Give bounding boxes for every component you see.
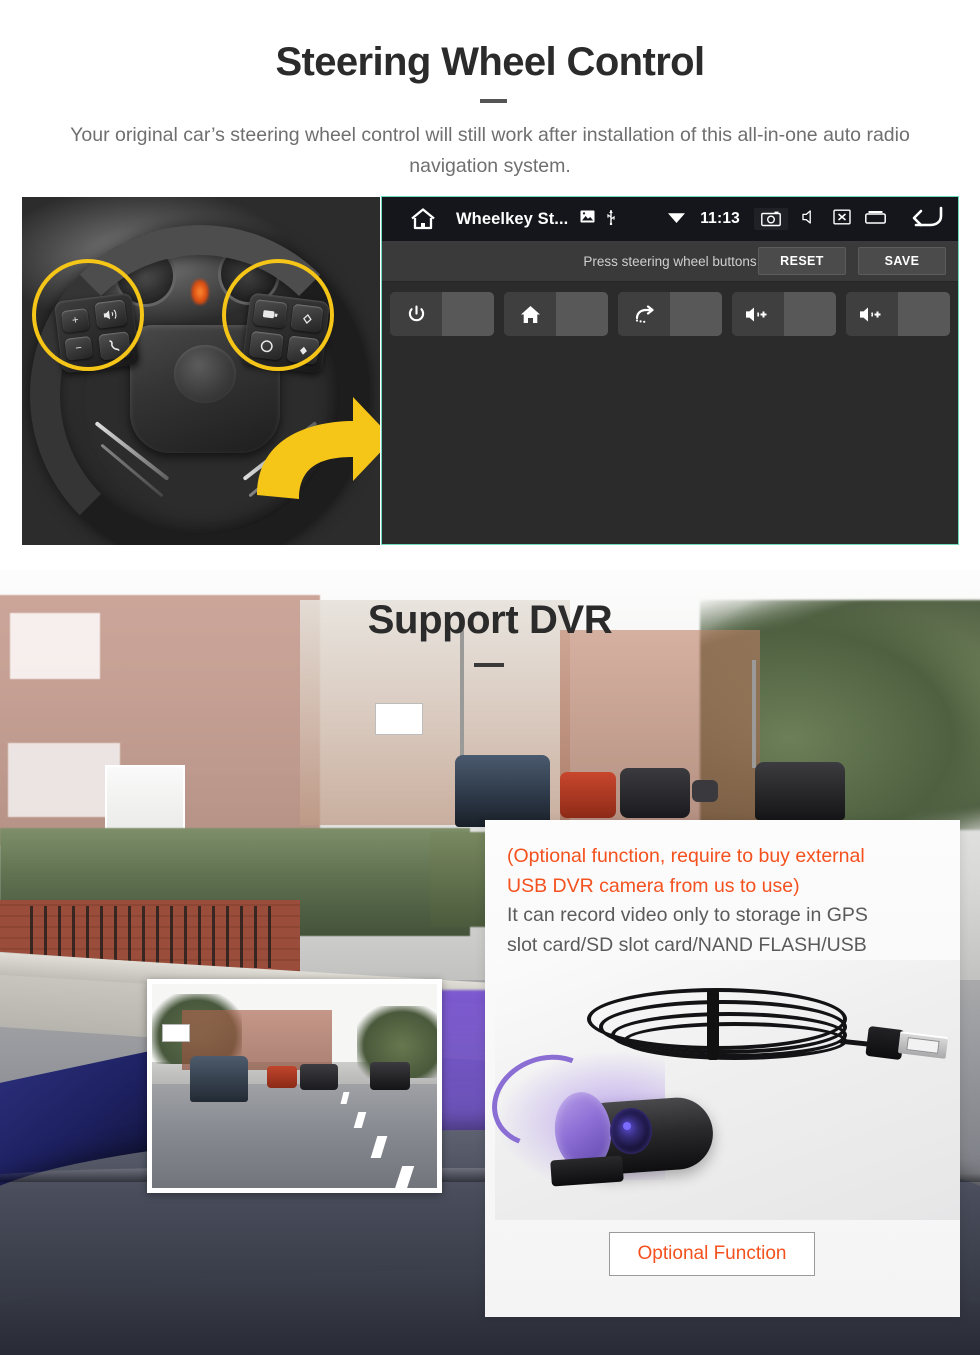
car-dark [620,768,690,818]
dashcam-preview-scene [152,984,437,1188]
android-status-bar: Wheelkey St... 11:13 [382,197,958,241]
note-grey-line-1: It can record video only to storage in G… [507,904,868,926]
home-icon[interactable] [408,204,438,234]
page-subtitle: Your original car’s steering wheel contr… [70,124,910,177]
usb-icon [606,209,616,230]
street-lamp-1 [460,630,464,760]
volume-up-icon-2 [846,292,898,336]
title-divider [480,99,507,103]
app-title: Wheelkey St... [456,209,569,228]
camera-icon[interactable] [754,208,788,230]
wheelkey-toolbar: Press steering wheel buttons RESET SAVE [382,241,958,282]
preview-car-red [267,1066,297,1088]
flow-arrow [227,387,380,507]
power-icon [390,292,442,336]
preview-sign [162,1024,190,1042]
screen-off-icon[interactable] [833,209,851,230]
wheelkey-mapping-row [382,282,958,336]
cable-tie [707,990,719,1060]
wheelkey-slot-volume-up-1[interactable] [732,292,836,336]
car-distant [692,780,718,802]
highlight-ring-left [32,259,144,371]
note-orange-line-1: (Optional function, require to buy exter… [507,845,865,867]
section-title: Support DVR [367,598,613,642]
dvr-info-panel: (Optional function, require to buy exter… [478,820,960,1317]
wheelkey-value [670,292,722,336]
note-grey-line-2: slot card/SD slot card/NAND FLASH/USB [507,933,867,956]
status-notification-icons [580,209,616,230]
dashcam-preview-inset [147,979,442,1193]
wheelkey-value [442,292,494,336]
optional-function-button[interactable]: Optional Function [609,1232,815,1276]
wheelkey-value [556,292,608,336]
camera-mount-bracket [550,1155,624,1187]
status-bar-right-group: 11:13 [667,204,948,235]
wifi-icon [667,209,686,229]
highlight-ring-right [222,259,334,371]
wheelkey-slot-volume-up-2[interactable] [846,292,950,336]
wheelkey-slot-power[interactable] [390,292,494,336]
street-lamp-2 [752,660,756,768]
reset-button[interactable]: RESET [758,247,846,275]
preview-car-black [370,1062,410,1090]
save-button[interactable]: SAVE [858,247,946,275]
section-title-divider [474,663,504,667]
status-clock: 11:13 [700,210,740,227]
wheelkey-value [784,292,836,336]
volume-up-icon [732,292,784,336]
product-feature-page: Steering Wheel Control Your original car… [0,0,980,1355]
wheelkey-slot-home[interactable] [504,292,608,336]
preview-car-dark [300,1064,338,1090]
car-black-right [755,762,845,820]
section-support-dvr: Support DVR (Optional function, require … [0,570,980,1355]
for-sale-sign [375,703,423,735]
steering-wheel-photo: + − [22,197,380,545]
usb-dvr-camera-product-image [478,960,960,1220]
note-orange-line-2: USB DVR camera from us to use) [507,874,800,897]
camera-lens [610,1108,652,1154]
volume-mute-icon[interactable] [802,209,819,230]
image-icon [580,210,595,228]
back-icon [618,292,670,336]
recents-icon[interactable] [865,210,886,229]
car-red [560,772,616,818]
back-arrow-icon[interactable] [908,204,944,235]
wheelkey-value [898,292,950,336]
page-title: Steering Wheel Control [275,40,705,84]
toolbar-buttons: RESET SAVE [758,247,958,275]
car-suv [455,755,550,827]
wheelkey-slot-back[interactable] [618,292,722,336]
preview-car-suv [190,1056,248,1102]
head-unit-screen: Wheelkey St... 11:13 Press steering whee… [381,196,959,545]
home-icon [504,292,556,336]
section-steering-wheel-control: Steering Wheel Control Your original car… [0,0,980,570]
